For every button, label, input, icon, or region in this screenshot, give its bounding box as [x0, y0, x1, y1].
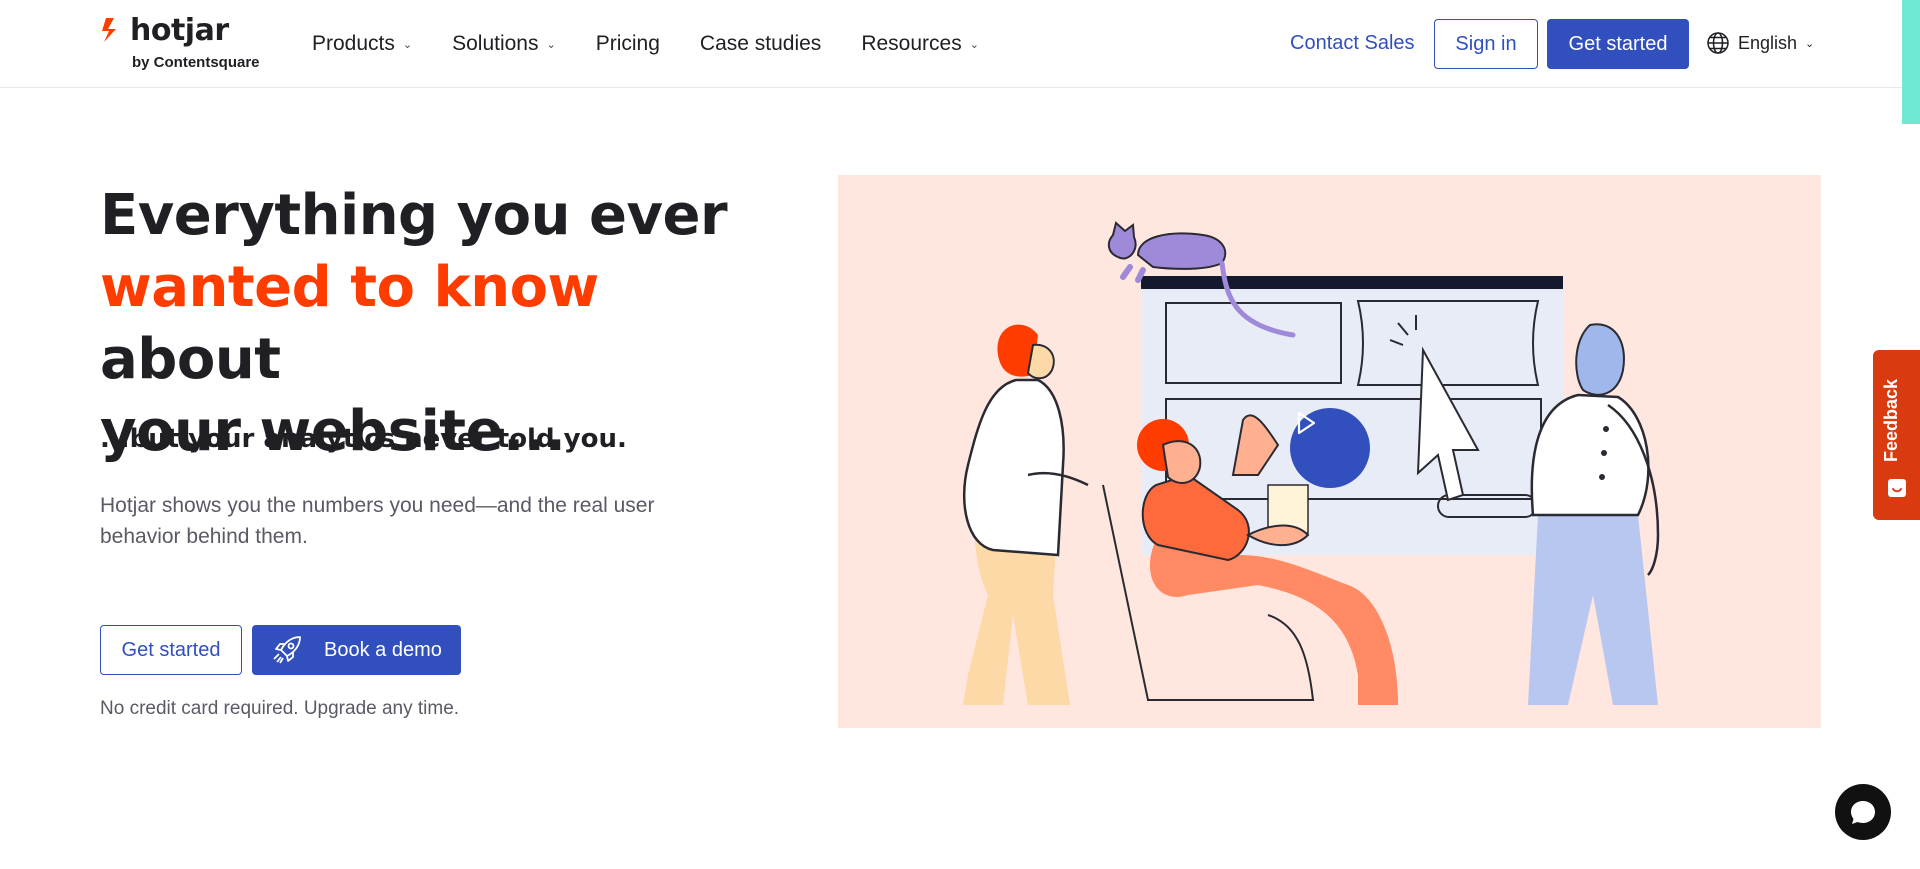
site-header: hotjar by Contentsquare Products ⌄ Solut… [0, 0, 1920, 88]
woman-face [1026, 343, 1055, 380]
rocket-icon [273, 636, 301, 664]
nav-pricing-label: Pricing [595, 32, 660, 55]
feedback-tab[interactable]: Feedback [1873, 350, 1920, 520]
main-nav: Products ⌄ Solutions ⌄ Pricing Case stud… [312, 0, 1019, 88]
woman-torso [962, 378, 1065, 557]
nav-case-studies-label: Case studies [699, 32, 822, 55]
chevron-down-icon: ⌄ [969, 38, 979, 51]
nav-pricing[interactable]: Pricing [596, 32, 660, 56]
logo-subtitle: by Contentsquare [132, 54, 260, 71]
sign-in-button[interactable]: Sign in [1434, 19, 1538, 69]
man-coat [1530, 393, 1650, 517]
nav-resources-label: Resources [861, 32, 962, 55]
hero-title-after: about [100, 327, 281, 392]
hotjar-logo[interactable]: hotjar by Contentsquare [100, 14, 270, 74]
hotjar-logo-icon [102, 18, 116, 42]
teal-accent-bar [1902, 0, 1920, 124]
no-credit-card-note: No credit card required. Upgrade any tim… [100, 698, 460, 719]
coat-button-3 [1599, 474, 1605, 480]
language-selector[interactable]: English ⌄ [1706, 31, 1814, 55]
nav-resources[interactable]: Resources ⌄ [861, 32, 979, 56]
language-label: English [1738, 32, 1798, 53]
cat-head [1107, 221, 1137, 260]
seated-person-face [1161, 440, 1202, 484]
chevron-down-icon: ⌄ [402, 38, 413, 51]
hero-subtitle: ...but your analytics never told you. [100, 424, 627, 454]
play-icon [1297, 411, 1316, 435]
feedback-label: Feedback [1881, 378, 1901, 462]
globe-icon [1707, 32, 1729, 54]
nav-products[interactable]: Products ⌄ [312, 32, 412, 56]
hero-title-line1: Everything you ever [100, 183, 728, 248]
get-started-header-button[interactable]: Get started [1547, 19, 1689, 69]
hero-description: Hotjar shows you the numbers you need—an… [100, 494, 655, 548]
book-demo-button[interactable]: Book a demo [252, 625, 461, 675]
hero-illustration [838, 175, 1821, 728]
seated-person-legs [1149, 535, 1398, 705]
chat-button[interactable] [1835, 784, 1891, 840]
book-demo-label: Book a demo [324, 638, 442, 661]
hero-title-highlight: wanted to know [100, 255, 599, 320]
play-video-button[interactable] [1290, 408, 1370, 488]
contact-sales-link[interactable]: Contact Sales [1290, 32, 1415, 55]
browser-topbar [1141, 276, 1563, 289]
cat-body [1136, 232, 1227, 270]
man-head [1575, 323, 1625, 396]
man-legs [1528, 515, 1658, 705]
chevron-down-icon: ⌄ [546, 38, 556, 51]
nav-solutions[interactable]: Solutions ⌄ [452, 32, 556, 56]
cat-paws [1120, 264, 1146, 283]
nav-case-studies[interactable]: Case studies [700, 32, 821, 56]
chevron-down-icon: ⌄ [1805, 37, 1815, 50]
coat-button-2 [1601, 450, 1607, 456]
chat-bubble-icon [1851, 801, 1875, 824]
logo-wordmark: hotjar [130, 13, 229, 48]
nav-products-label: Products [312, 32, 395, 55]
feedback-smile-icon [1888, 479, 1906, 497]
nav-solutions-label: Solutions [452, 32, 539, 55]
coat-button-1 [1603, 426, 1609, 432]
get-started-button[interactable]: Get started [100, 625, 242, 675]
